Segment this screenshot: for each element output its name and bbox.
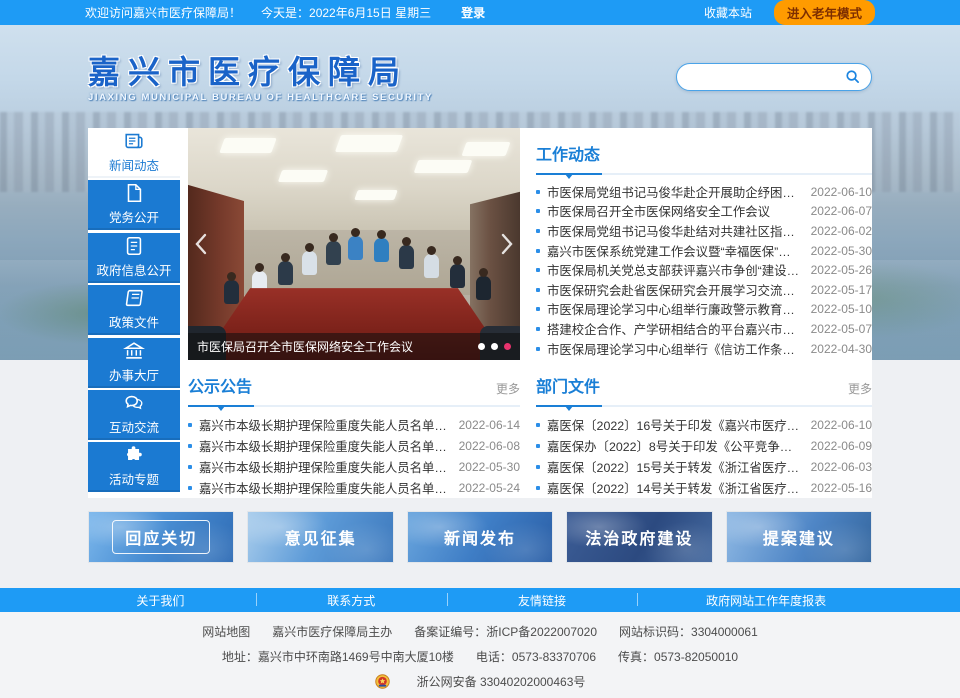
carousel-caption-bar: 市医保局召开全市医保网络安全工作会议 [188,333,520,360]
list-item: 嘉兴市本级长期护理保险重度失能人员名单公示（2...2022-05-30 [188,456,520,477]
welcome-text: 欢迎访问嘉兴市医疗保障局！ [85,4,241,21]
sidebar-nav: 新闻动态 党务公开 政府信息公开 政策文件 办事大厅 [88,128,180,498]
list-item: 嘉兴市医保系统党建工作会议暨“幸福医保”党建联...2022-05-30 [536,241,872,261]
section-department-files: 部门文件 更多 嘉医保〔2022〕16号关于印发《嘉兴市医疗保...2022-0… [536,360,872,498]
quick-link-banners: 回应关切 意见征集 新闻发布 法治政府建设 提案建议 [88,511,872,563]
fax-text: 传真：0573-82050010 [618,650,738,664]
phone-text: 电话：0573-83370706 [476,650,596,664]
newspaper-icon [123,130,145,152]
list-item: 嘉医保办〔2022〕8号关于印发《公平竞争审查...2022-06-09 [536,435,872,456]
police-record-number: 浙公网安备 33040202000463号 [417,673,586,690]
site-title: 嘉兴市医疗保障局 [88,54,433,91]
footer-nav-about[interactable]: 关于我们 [65,592,256,609]
footer-info: 网站地图 嘉兴市医疗保障局主办 备案证编号：浙ICP备2022007020 网站标识码… [0,612,960,698]
sidebar-item-label: 互动交流 [109,417,159,436]
favorite-site-link[interactable]: 收藏本站 [704,4,752,21]
document-icon [123,235,145,257]
sidebar-item-party-affairs[interactable]: 党务公开 [88,180,180,230]
search-icon[interactable] [843,68,861,86]
work-news-list: 市医保局党组书记马俊华赴企开展助企纾困活动2022-06-10 市医保局召开全市… [536,182,872,358]
carousel-dot[interactable] [491,343,498,350]
section-work-news: 工作动态 市医保局党组书记马俊华赴企开展助企纾困活动2022-06-10 市医保… [536,128,872,360]
footer-line-3: 浙公网安备 33040202000463号 [364,673,597,690]
notices-list: 嘉兴市本级长期护理保险重度失能人员名单公示（2...2022-06-14 嘉兴市… [188,414,520,498]
notices-more-link[interactable]: 更多 [496,380,520,397]
carousel-caption[interactable]: 市医保局召开全市医保网络安全工作会议 [197,338,470,355]
list-item: 嘉兴市本级长期护理保险重度失能人员名单公示（2...2022-06-14 [188,414,520,435]
center-column: 市医保局召开全市医保网络安全工作会议 公示公告 更多 嘉兴市本级长期护理保险重度… [188,128,520,498]
sidebar-item-special-topics[interactable]: 活动专题 [88,442,180,492]
section-notices: 公示公告 更多 嘉兴市本级长期护理保险重度失能人员名单公示（2...2022-0… [188,360,520,498]
sidebar-item-news[interactable]: 新闻动态 [88,128,180,178]
sidebar-item-label: 政府信息公开 [96,260,171,279]
police-badge-icon [375,674,390,689]
footer-nav-annual-report[interactable]: 政府网站工作年度报表 [637,592,895,609]
list-item: 嘉医保〔2022〕16号关于印发《嘉兴市医疗保...2022-06-10 [536,414,872,435]
list-item: 嘉兴市本级长期护理保险重度失能人员名单公示（2...2022-05-24 [188,477,520,498]
footer-nav-contact[interactable]: 联系方式 [256,592,447,609]
list-item: 市医保局党组书记马俊华赴企开展助企纾困活动2022-06-10 [536,182,872,202]
search-box[interactable] [676,63,872,91]
department-files-more-link[interactable]: 更多 [848,380,872,397]
work-news-title: 工作动态 [536,141,600,165]
banner-respond-concerns[interactable]: 回应关切 [88,511,234,563]
department-files-list: 嘉医保〔2022〕16号关于印发《嘉兴市医疗保...2022-06-10 嘉医保… [536,414,872,498]
banner-rule-of-law-gov[interactable]: 法治政府建设 [566,511,712,563]
site-header: 嘉兴市医疗保障局 JIAXING MUNICIPAL BUREAU OF HEA… [88,25,872,128]
bank-icon [123,340,145,362]
sidebar-item-label: 党务公开 [109,207,159,226]
list-item: 市医保研究会赴省医保研究会开展学习交流活动2022-05-17 [536,280,872,300]
sidebar-item-service-hall[interactable]: 办事大厅 [88,338,180,388]
department-files-title: 部门文件 [536,373,600,397]
address-text: 地址：嘉兴市中环南路1469号中南大厦10楼 [222,650,454,664]
list-item: 市医保局党组书记马俊华赴结对共建社区指导全国文...2022-06-02 [536,221,872,241]
login-link[interactable]: 登录 [461,4,485,21]
list-item: 市医保局理论学习中心组举行《信访工作条例》专题...2022-04-30 [536,339,872,359]
carousel-dot[interactable] [478,343,485,350]
footer-line-2: 地址：嘉兴市中环南路1469号中南大厦10楼 电话：0573-83370706 传真… [0,648,960,665]
host-text: 嘉兴市医疗保障局主办 [272,625,392,639]
list-item: 市医保局召开全市医保网络安全工作会议2022-06-07 [536,202,872,222]
list-item: 市医保局机关党总支部获评嘉兴市争创“建设清廉机...2022-05-26 [536,260,872,280]
footer-line-1: 网站地图 嘉兴市医疗保障局主办 备案证编号：浙ICP备2022007020 网站标识码… [0,623,960,640]
main-content: 新闻动态 党务公开 政府信息公开 政策文件 办事大厅 [88,128,872,498]
banner-news-release[interactable]: 新闻发布 [407,511,553,563]
footer-nav-links[interactable]: 友情链接 [447,592,638,609]
sidebar-item-gov-info[interactable]: 政府信息公开 [88,233,180,283]
site-brand: 嘉兴市医疗保障局 JIAXING MUNICIPAL BUREAU OF HEA… [88,50,433,104]
carousel-dot-active[interactable] [504,343,511,350]
site-subtitle: JIAXING MUNICIPAL BUREAU OF HEALTHCARE S… [88,92,433,103]
list-item: 搭建校企合作、产学研相结合的平台嘉兴市长期护理...2022-05-07 [536,319,872,339]
sitemap-link[interactable]: 网站地图 [202,625,250,639]
search-input[interactable] [687,70,843,84]
list-item: 嘉医保〔2022〕14号关于转发《浙江省医疗保...2022-05-16 [536,477,872,498]
banner-opinion-collection[interactable]: 意见征集 [247,511,393,563]
today-date: 今天是：2022年6月15日 星期三 [261,4,431,21]
site-id-number: 网站标识码：3304000061 [619,625,758,639]
list-item: 嘉兴市本级长期护理保险重度失能人员名单公示（2...2022-06-08 [188,435,520,456]
notices-title: 公示公告 [188,373,252,397]
sidebar-item-label: 政策文件 [109,312,159,331]
elder-mode-button[interactable]: 进入老年模式 [774,0,875,25]
chat-icon [123,392,145,414]
list-item: 市医保局理论学习中心组举行廉政警示教育专题学习...2022-05-10 [536,300,872,320]
sidebar-item-label: 新闻动态 [109,155,159,174]
carousel-dots [478,343,511,350]
carousel-next-icon[interactable] [499,230,515,258]
sidebar-item-label: 活动专题 [109,469,159,488]
carousel-prev-icon[interactable] [193,230,209,258]
sidebar-item-label: 办事大厅 [109,365,159,384]
book-icon [123,287,145,309]
banner-proposal-suggestions[interactable]: 提案建议 [726,511,872,563]
icp-number: 备案证编号：浙ICP备2022007020 [414,625,597,639]
footer-nav: 关于我们 联系方式 友情链接 政府网站工作年度报表 [0,588,960,612]
sidebar-item-policy-files[interactable]: 政策文件 [88,285,180,335]
sidebar-item-interaction[interactable]: 互动交流 [88,390,180,440]
list-item: 嘉医保〔2022〕15号关于转发《浙江省医疗保...2022-06-03 [536,456,872,477]
news-carousel[interactable]: 市医保局召开全市医保网络安全工作会议 [188,128,520,360]
file-icon [123,182,145,204]
puzzle-icon [123,444,145,466]
right-column: 工作动态 市医保局党组书记马俊华赴企开展助企纾困活动2022-06-10 市医保… [536,128,872,498]
topbar: 欢迎访问嘉兴市医疗保障局！ 今天是：2022年6月15日 星期三 登录 收藏本站… [0,0,960,25]
